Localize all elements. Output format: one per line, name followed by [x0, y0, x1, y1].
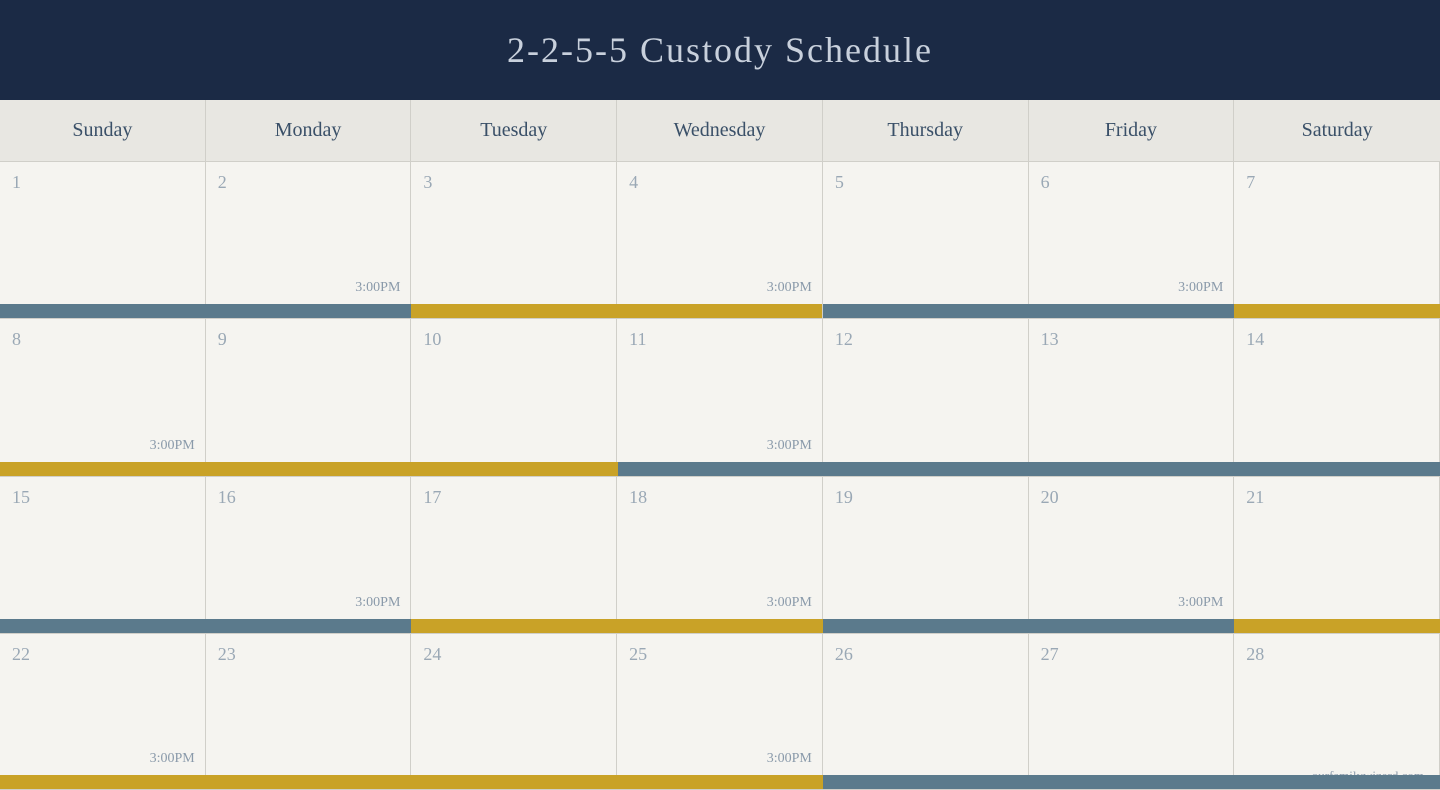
- custody-bar: [411, 304, 821, 318]
- day-number: 5: [835, 172, 1016, 193]
- custody-bar: [618, 462, 1440, 476]
- day-number: 28: [1246, 644, 1427, 665]
- week-row-1: 1 2 3:00PM 3 4 3:00PM 5 6 3:00: [0, 162, 1440, 318]
- day-6: 6 3:00PM: [1029, 162, 1235, 318]
- day-number: 10: [423, 329, 604, 350]
- calendar-row-4: 22 3:00PM 23 24 25 3:00PM 26 27: [0, 634, 1440, 790]
- day-11: 11 3:00PM: [617, 319, 823, 475]
- day-13: 13: [1029, 319, 1235, 475]
- day-number: 23: [218, 644, 399, 665]
- week-row-2: 8 3:00PM 9 10 11 3:00PM 12 13: [0, 319, 1440, 475]
- day-number: 16: [218, 487, 399, 508]
- day-2: 2 3:00PM: [206, 162, 412, 318]
- day-26: 26: [823, 634, 1029, 789]
- day-15: 15: [0, 477, 206, 633]
- day-16: 16 3:00PM: [206, 477, 412, 633]
- header-friday: Friday: [1029, 100, 1235, 161]
- day-number: 14: [1246, 329, 1427, 350]
- header-thursday: Thursday: [823, 100, 1029, 161]
- day-19: 19: [823, 477, 1029, 633]
- day-number: 22: [12, 644, 193, 665]
- day-number: 18: [629, 487, 810, 508]
- day-number: 19: [835, 487, 1016, 508]
- day-number: 24: [423, 644, 604, 665]
- day-3: 3: [411, 162, 617, 318]
- time-label: 3:00PM: [150, 438, 195, 454]
- time-label: 3:00PM: [767, 595, 812, 611]
- day-22: 22 3:00PM: [0, 634, 206, 789]
- custody-bar: [823, 304, 1234, 318]
- day-17: 17: [411, 477, 617, 633]
- day-number: 8: [12, 329, 193, 350]
- time-label: 3:00PM: [1178, 280, 1223, 296]
- day-12: 12: [823, 319, 1029, 475]
- day-number: 7: [1246, 172, 1427, 193]
- header-wednesday: Wednesday: [617, 100, 823, 161]
- day-18: 18 3:00PM: [617, 477, 823, 633]
- day-number: 26: [835, 644, 1016, 665]
- day-1: 1: [0, 162, 206, 318]
- week-row-3: 15 16 3:00PM 17 18 3:00PM 19 20: [0, 477, 1440, 633]
- time-label: 3:00PM: [355, 595, 400, 611]
- day-number: 11: [629, 329, 810, 350]
- day-5: 5: [823, 162, 1029, 318]
- custody-bar: [0, 619, 411, 633]
- time-label: 3:00PM: [1178, 595, 1223, 611]
- header-monday: Monday: [206, 100, 412, 161]
- day-number: 6: [1041, 172, 1222, 193]
- day-10: 10: [411, 319, 617, 475]
- day-number: 1: [12, 172, 193, 193]
- time-label: 3:00PM: [767, 280, 812, 296]
- header-sunday: Sunday: [0, 100, 206, 161]
- day-number: 12: [835, 329, 1016, 350]
- custody-bar: [0, 775, 823, 789]
- custody-bar: [1234, 619, 1440, 633]
- calendar-grid: 1 2 3:00PM 3 4 3:00PM 5 6 3:00: [0, 162, 1440, 790]
- time-label: 3:00PM: [767, 751, 812, 767]
- day-7: 7: [1234, 162, 1440, 318]
- custody-bar: [411, 619, 822, 633]
- custody-bar: [823, 775, 1440, 789]
- day-25: 25 3:00PM: [617, 634, 823, 789]
- calendar-row-2: 8 3:00PM 9 10 11 3:00PM 12 13: [0, 319, 1440, 476]
- week-row-4: 22 3:00PM 23 24 25 3:00PM 26 27: [0, 634, 1440, 790]
- day-24: 24: [411, 634, 617, 789]
- day-14: 14: [1234, 319, 1440, 475]
- time-label: 3:00PM: [150, 751, 195, 767]
- day-number: 17: [423, 487, 604, 508]
- day-9: 9: [206, 319, 412, 475]
- page-header: 2-2-5-5 Custody Schedule: [0, 0, 1440, 100]
- day-number: 2: [218, 172, 399, 193]
- day-headers-row: Sunday Monday Tuesday Wednesday Thursday…: [0, 100, 1440, 162]
- custody-bar: [0, 462, 618, 476]
- custody-bar: [823, 619, 1234, 633]
- page-title: 2-2-5-5 Custody Schedule: [507, 29, 933, 71]
- day-28: 28: [1234, 634, 1440, 789]
- day-number: 9: [218, 329, 399, 350]
- calendar-row-1: 1 2 3:00PM 3 4 3:00PM 5 6 3:00: [0, 162, 1440, 319]
- day-number: 20: [1041, 487, 1222, 508]
- day-8: 8 3:00PM: [0, 319, 206, 475]
- day-number: 3: [423, 172, 604, 193]
- day-4: 4 3:00PM: [617, 162, 823, 318]
- custody-bar: [1234, 304, 1440, 318]
- calendar-row-3: 15 16 3:00PM 17 18 3:00PM 19 20: [0, 477, 1440, 634]
- custody-bar: [0, 304, 411, 318]
- time-label: 3:00PM: [355, 280, 400, 296]
- day-number: 15: [12, 487, 193, 508]
- day-number: 25: [629, 644, 810, 665]
- day-23: 23: [206, 634, 412, 789]
- day-21: 21: [1234, 477, 1440, 633]
- header-tuesday: Tuesday: [411, 100, 617, 161]
- day-20: 20 3:00PM: [1029, 477, 1235, 633]
- day-number: 13: [1041, 329, 1222, 350]
- calendar: Sunday Monday Tuesday Wednesday Thursday…: [0, 100, 1440, 790]
- day-27: 27: [1029, 634, 1235, 789]
- day-number: 27: [1041, 644, 1222, 665]
- day-number: 21: [1246, 487, 1427, 508]
- header-saturday: Saturday: [1234, 100, 1440, 161]
- day-number: 4: [629, 172, 810, 193]
- time-label: 3:00PM: [767, 438, 812, 454]
